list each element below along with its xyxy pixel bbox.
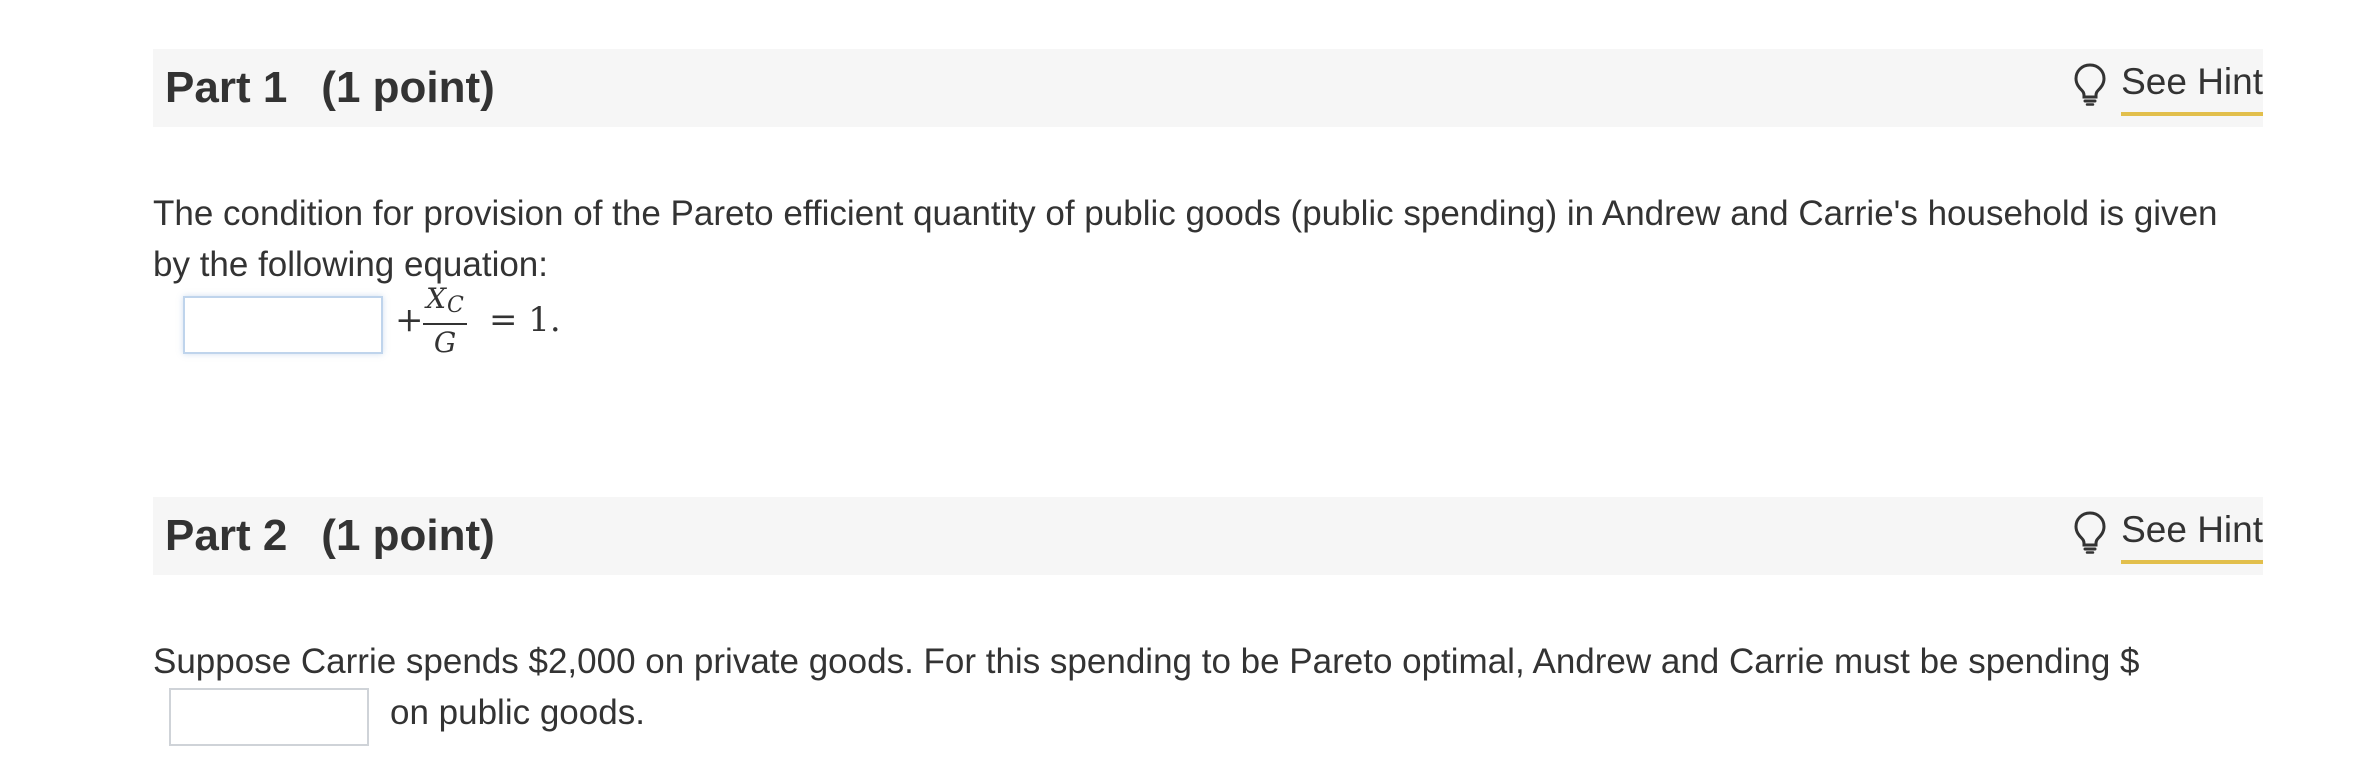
part2-header: Part 2 (1 point) See Hint [153, 497, 2263, 575]
part1-title: Part 1 (1 point) [165, 63, 495, 113]
equation-fraction: XC G [423, 284, 467, 358]
lightbulb-icon [2074, 63, 2106, 106]
part1-see-hint-button[interactable]: See Hint [2073, 61, 2263, 117]
equation-numerator-var: X [426, 282, 447, 315]
part2-answer-input[interactable] [169, 688, 369, 746]
part1-label: Part 1 [165, 63, 288, 112]
part2-question-suffix: on public goods. [390, 693, 645, 732]
part2-title: Part 2 (1 point) [165, 511, 495, 561]
part1-header: Part 1 (1 point) See Hint [153, 49, 2263, 127]
lightbulb-icon [2074, 511, 2106, 554]
equation-denominator: G [433, 326, 457, 359]
equation-numerator: XC [423, 284, 467, 321]
equation-fraction-bar [423, 323, 467, 325]
part2-see-hint-button[interactable]: See Hint [2073, 509, 2263, 565]
part2-see-hint-label[interactable]: See Hint [2121, 509, 2263, 564]
part2-points: (1 point) [321, 511, 495, 560]
equation-plus: + [395, 300, 424, 340]
equation-numerator-subscript: C [447, 293, 464, 318]
part1-see-hint-label[interactable]: See Hint [2121, 61, 2263, 116]
equation-rhs: = 1. [489, 300, 561, 340]
part1-answer-input[interactable] [183, 296, 383, 354]
part1-points: (1 point) [321, 63, 495, 112]
part2-label: Part 2 [165, 511, 288, 560]
part2-question-text: Suppose Carrie spends $2,000 on private … [153, 642, 2140, 681]
part1-question-text: The condition for provision of the Paret… [153, 194, 2218, 284]
